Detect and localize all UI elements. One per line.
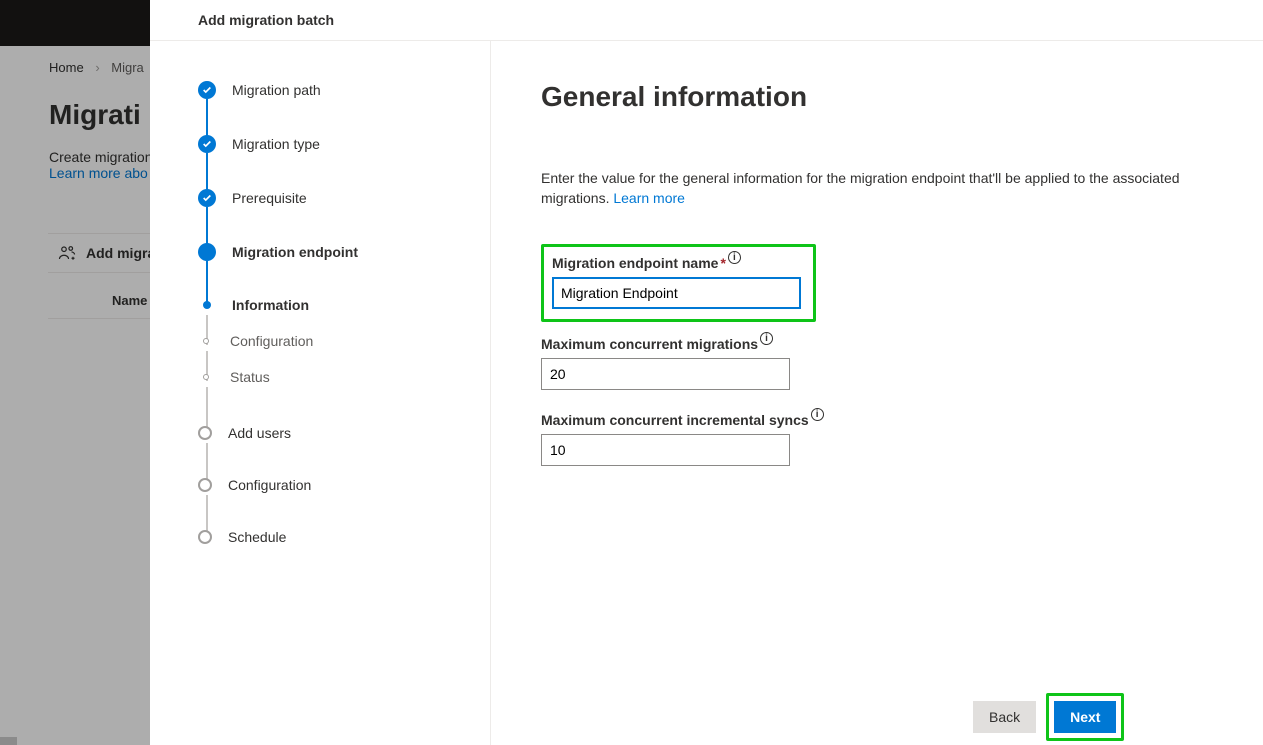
panel-content: General information Enter the value for … — [491, 41, 1263, 745]
max-syncs-input[interactable] — [541, 434, 790, 466]
info-icon[interactable]: i — [728, 251, 741, 264]
pending-substep-icon — [203, 374, 209, 380]
pending-step-icon — [198, 426, 212, 440]
step-label: Configuration — [228, 477, 311, 493]
highlight-next-button: Next — [1046, 693, 1124, 741]
endpoint-name-label: Migration endpoint name * i — [552, 255, 741, 271]
step-migration-type[interactable]: Migration type — [198, 135, 470, 153]
add-migration-batch-panel: Add migration batch Migration path Migra… — [150, 0, 1263, 745]
substep-configuration[interactable]: Configuration — [198, 333, 470, 349]
current-step-icon — [198, 243, 216, 261]
pending-step-icon — [198, 530, 212, 544]
highlight-endpoint-name: Migration endpoint name * i — [541, 244, 816, 322]
max-syncs-label: Maximum concurrent incremental syncs i — [541, 412, 824, 428]
checkmark-icon — [198, 81, 216, 99]
step-label: Migration endpoint — [232, 244, 358, 260]
step-migration-path[interactable]: Migration path — [198, 81, 470, 99]
max-migrations-label: Maximum concurrent migrations i — [541, 336, 773, 352]
pending-step-icon — [198, 478, 212, 492]
step-label: Information — [232, 297, 309, 313]
next-button[interactable]: Next — [1054, 701, 1116, 733]
step-configuration[interactable]: Configuration — [198, 477, 470, 493]
substep-information[interactable]: Information — [198, 297, 470, 313]
step-schedule[interactable]: Schedule — [198, 529, 470, 545]
endpoint-name-input[interactable] — [552, 277, 801, 309]
wizard-stepper: Migration path Migration type Prerequisi… — [150, 41, 491, 745]
max-migrations-input[interactable] — [541, 358, 790, 390]
modal-backdrop[interactable] — [0, 0, 150, 745]
checkmark-icon — [198, 189, 216, 207]
required-indicator: * — [720, 255, 725, 271]
step-label: Status — [230, 369, 270, 385]
learn-more-link[interactable]: Learn more — [613, 190, 685, 206]
info-icon[interactable]: i — [760, 332, 773, 345]
step-label: Migration path — [232, 82, 321, 98]
step-migration-endpoint[interactable]: Migration endpoint — [198, 243, 470, 261]
step-label: Configuration — [230, 333, 313, 349]
panel-footer: Back Next — [491, 693, 1263, 745]
content-heading: General information — [541, 81, 1213, 113]
pending-substep-icon — [203, 338, 209, 344]
panel-title: Add migration batch — [150, 0, 1263, 41]
step-prerequisite[interactable]: Prerequisite — [198, 189, 470, 207]
step-label: Migration type — [232, 136, 320, 152]
current-substep-icon — [203, 301, 211, 309]
step-add-users[interactable]: Add users — [198, 425, 470, 441]
checkmark-icon — [198, 135, 216, 153]
step-label: Schedule — [228, 529, 286, 545]
step-label: Add users — [228, 425, 291, 441]
substep-status[interactable]: Status — [198, 369, 470, 385]
content-description: Enter the value for the general informat… — [541, 169, 1213, 208]
step-label: Prerequisite — [232, 190, 307, 206]
back-button[interactable]: Back — [973, 701, 1036, 733]
info-icon[interactable]: i — [811, 408, 824, 421]
